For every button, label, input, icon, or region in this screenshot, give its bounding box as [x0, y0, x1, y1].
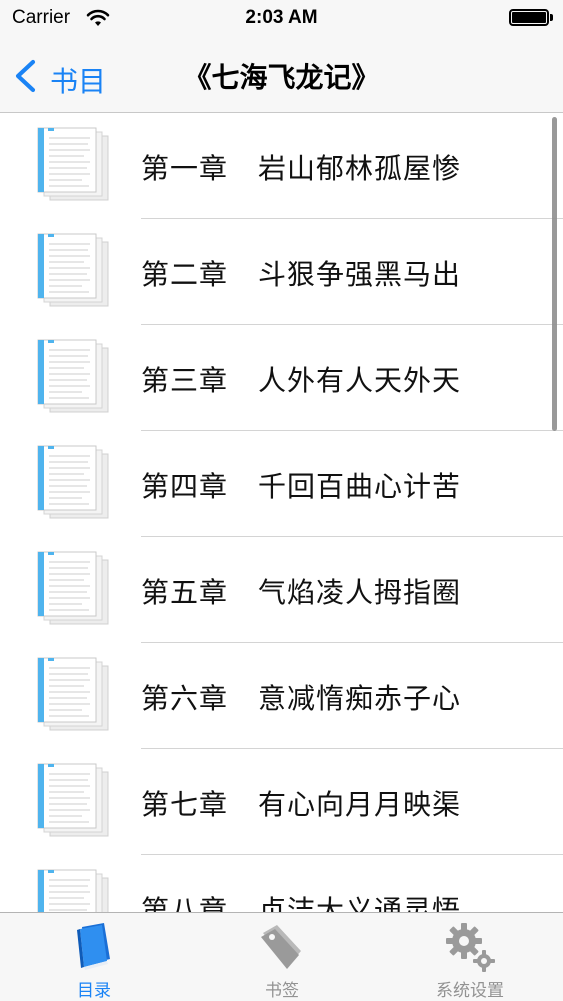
chapter-label: 第七章 有心向月月映渠 — [141, 783, 461, 823]
chapter-number: 第一章 — [141, 152, 229, 185]
chapter-number: 第四章 — [141, 470, 229, 503]
book-icon — [77, 923, 110, 970]
chapter-row[interactable]: 第七章 有心向月月映渠 — [0, 749, 563, 855]
chapter-title: 意减惰痴赤子心 — [258, 682, 462, 715]
document-icon — [37, 445, 109, 519]
chapter-row[interactable]: 第三章 人外有人天外天 — [0, 325, 563, 431]
chapter-label: 第二章 斗狠争强黑马出 — [141, 253, 461, 293]
chapter-label: 第三章 人外有人天外天 — [141, 359, 461, 399]
chapter-row[interactable]: 第二章 斗狠争强黑马出 — [0, 219, 563, 325]
navigation-bar: 书目 《七海飞龙记》 — [0, 40, 563, 113]
chapter-label: 第五章 气焰凌人拇指圈 — [141, 571, 461, 611]
tab-system-settings[interactable]: 系统设置 — [376, 913, 563, 1001]
document-icon — [37, 551, 109, 625]
chapter-list[interactable]: 第一章 岩山郁林孤屋惨 第二章 斗狠争强黑马出 第三章 人外有人天外天 第四章 千回百曲心计苦… — [0, 113, 563, 912]
tab-label: 系统设置 — [436, 981, 504, 1001]
chapter-label: 第六章 意减惰痴赤子心 — [141, 677, 461, 717]
chapter-row[interactable]: 第六章 意减惰痴赤子心 — [0, 643, 563, 749]
document-icon — [37, 233, 109, 307]
chapter-number: 第五章 — [141, 576, 229, 609]
chapter-label: 第四章 千回百曲心计苦 — [141, 465, 461, 505]
chapter-title: 人外有人天外天 — [258, 364, 462, 397]
chapter-title: 贞洁大义通灵悟 — [258, 894, 462, 912]
chapter-row[interactable]: 第四章 千回百曲心计苦 — [0, 431, 563, 537]
chapter-row[interactable]: 第五章 气焰凌人拇指圈 — [0, 537, 563, 643]
chapter-row[interactable]: 第八章 贞洁大义通灵悟 — [0, 855, 563, 912]
chapter-title: 千回百曲心计苦 — [258, 470, 462, 503]
document-icon — [37, 127, 109, 201]
battery-tip — [550, 14, 553, 21]
tab-catalog[interactable]: 目录 — [0, 913, 188, 1001]
scroll-indicator[interactable] — [552, 117, 557, 431]
chapter-number: 第二章 — [141, 258, 229, 291]
chapter-title: 气焰凌人拇指圈 — [258, 576, 462, 609]
chapter-title: 有心向月月映渠 — [258, 788, 462, 821]
bookmark-tag-icon — [261, 925, 301, 969]
tab-bookmarks[interactable]: 书签 — [188, 913, 376, 1001]
battery-icon — [509, 9, 549, 26]
chapter-number: 第七章 — [141, 788, 229, 821]
document-icon — [37, 763, 109, 837]
chapter-label: 第八章 贞洁大义通灵悟 — [141, 889, 461, 912]
chapter-title: 岩山郁林孤屋惨 — [258, 152, 462, 185]
status-time: 2:03 AM — [245, 7, 318, 28]
chapter-number: 第六章 — [141, 682, 229, 715]
chapter-row[interactable]: 第一章 岩山郁林孤屋惨 — [0, 113, 563, 219]
document-icon — [37, 339, 109, 413]
document-icon — [37, 869, 109, 912]
document-icon — [37, 657, 109, 731]
page-title: 《七海飞龙记》 — [183, 61, 380, 94]
gear-icon — [446, 923, 495, 972]
chapter-number: 第八章 — [141, 894, 229, 912]
chapter-number: 第三章 — [141, 364, 229, 397]
chapter-label: 第一章 岩山郁林孤屋惨 — [141, 147, 461, 187]
tab-bar: 目录 书签 系统设置 — [0, 912, 563, 1001]
status-bar: Carrier 2:03 AM — [0, 0, 563, 40]
chapter-title: 斗狠争强黑马出 — [258, 258, 462, 291]
tab-label: 书签 — [265, 981, 299, 1001]
tab-label: 目录 — [77, 981, 111, 1001]
